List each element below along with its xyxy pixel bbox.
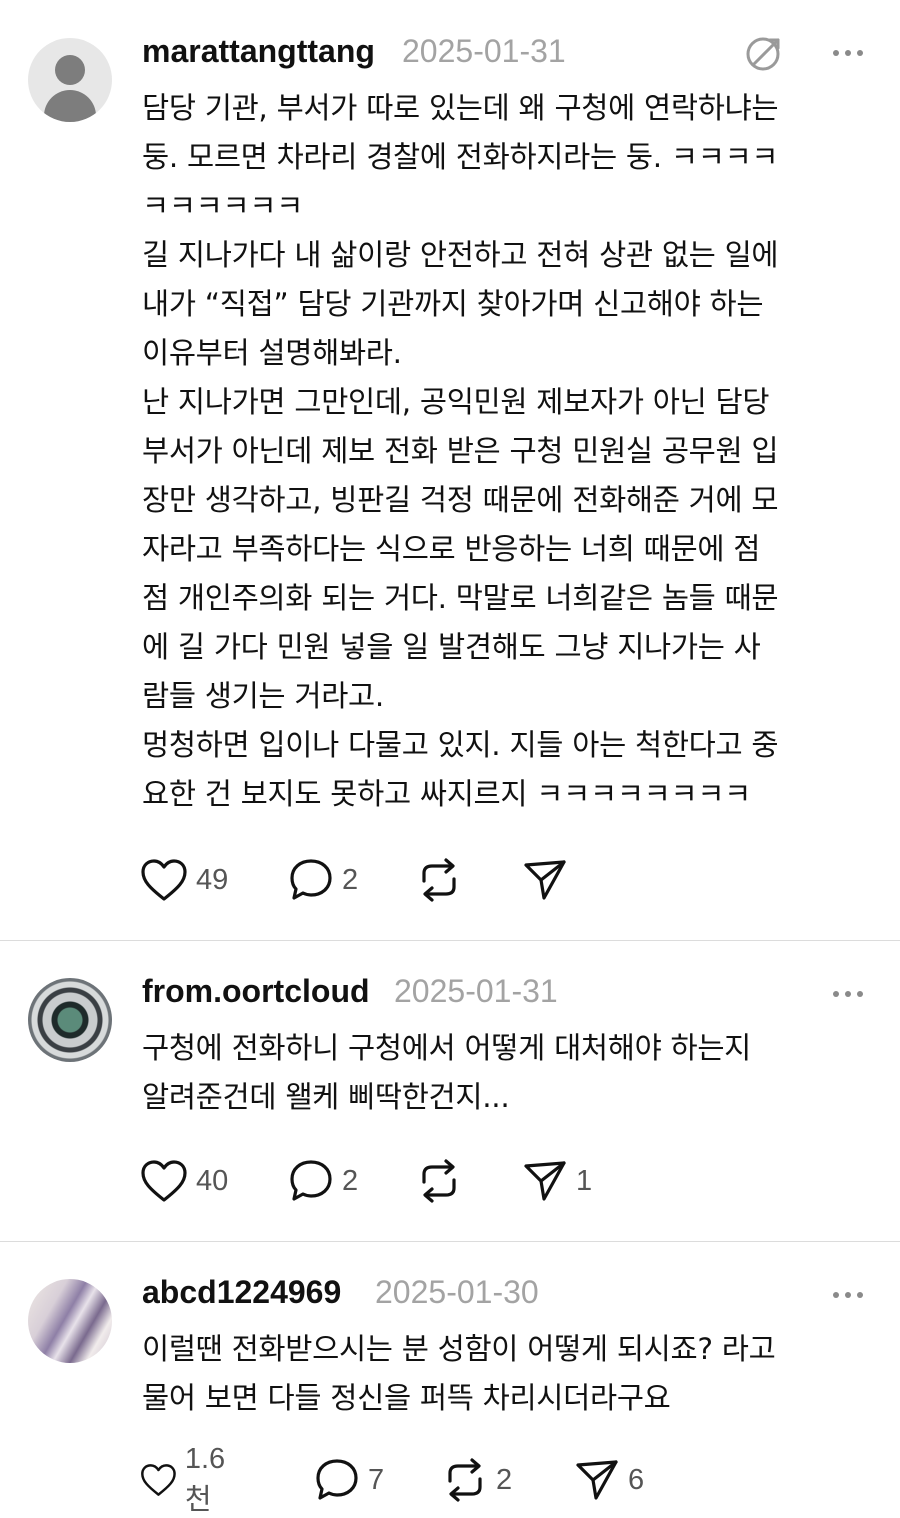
comment-count: 2 — [342, 1164, 359, 1197]
username[interactable]: marattangttang — [142, 33, 375, 70]
default-user-icon — [55, 55, 85, 85]
send-icon — [524, 1161, 566, 1201]
like-button[interactable]: 40 — [140, 1156, 228, 1206]
comment-button[interactable]: 2 — [288, 1156, 358, 1206]
user-avatar[interactable] — [28, 38, 112, 122]
post-text: 담당 기관, 부서가 따로 있는데 왜 구청에 연락하냐는 둥. 모르면 차라리… — [142, 91, 779, 811]
share-button[interactable]: 6 — [574, 1455, 644, 1505]
post-text: 구청에 전화하니 구청에서 어떻게 대처해야 하는지 알려준건데 왤케 삐딱한건… — [142, 1031, 752, 1114]
post-date: 2025-01-31 — [402, 33, 566, 69]
repost-button[interactable] — [416, 855, 470, 905]
like-count: 40 — [196, 1164, 229, 1197]
username[interactable]: abcd1224969 — [142, 1274, 341, 1311]
send-icon — [576, 1460, 618, 1500]
username[interactable]: from.oortcloud — [142, 973, 370, 1010]
like-count: 49 — [196, 863, 229, 896]
more-dots-icon[interactable] — [830, 989, 866, 999]
heart-icon — [141, 859, 187, 901]
more-dots-icon[interactable] — [830, 48, 866, 58]
heart-icon — [141, 1464, 176, 1496]
comment-button[interactable]: 7 — [314, 1455, 384, 1505]
post: from.oortcloud 2025-01-31 구청에 전화하니 구청에서 … — [0, 941, 900, 1241]
more-dots-icon[interactable] — [830, 1290, 866, 1300]
like-button[interactable]: 49 — [140, 855, 228, 905]
repost-count: 2 — [496, 1463, 513, 1496]
repost-button[interactable]: 2 — [442, 1455, 512, 1505]
comment-count: 2 — [342, 863, 359, 896]
repost-icon — [448, 1458, 482, 1502]
post-text: 이럴땐 전화받으시는 분 성함이 어떻게 되시죠? 라고 물어 보면 다들 정신… — [142, 1332, 776, 1415]
send-icon — [524, 860, 566, 900]
share-count: 1 — [576, 1164, 593, 1197]
comment-count: 7 — [368, 1463, 385, 1496]
comment-bubble-icon — [316, 1459, 358, 1500]
repost-icon — [422, 858, 456, 902]
comment-button[interactable]: 2 — [288, 855, 358, 905]
repost-icon — [422, 1159, 456, 1203]
share-button[interactable]: 1 — [522, 1156, 592, 1206]
repost-button[interactable] — [416, 1156, 470, 1206]
post: abcd1224969 2025-01-30 이럴땐 전화받으시는 분 성함이 … — [0, 1242, 900, 1517]
comment-bubble-icon — [290, 1160, 332, 1201]
post-date: 2025-01-31 — [394, 973, 558, 1009]
post: marattangttang 2025-01-31 담당 기관, 부서가 따로 … — [0, 0, 900, 940]
like-count: 1.6천 — [184, 1442, 226, 1516]
heart-icon — [141, 1160, 187, 1202]
like-button[interactable]: 1.6천 — [140, 1443, 236, 1516]
post-date: 2025-01-30 — [375, 1274, 539, 1310]
photo-avatar[interactable] — [28, 1279, 112, 1363]
edit-icon[interactable] — [742, 32, 786, 76]
share-count: 6 — [628, 1463, 645, 1496]
lens-avatar[interactable] — [28, 978, 112, 1062]
comment-bubble-icon — [290, 859, 332, 900]
share-button[interactable] — [522, 855, 576, 905]
